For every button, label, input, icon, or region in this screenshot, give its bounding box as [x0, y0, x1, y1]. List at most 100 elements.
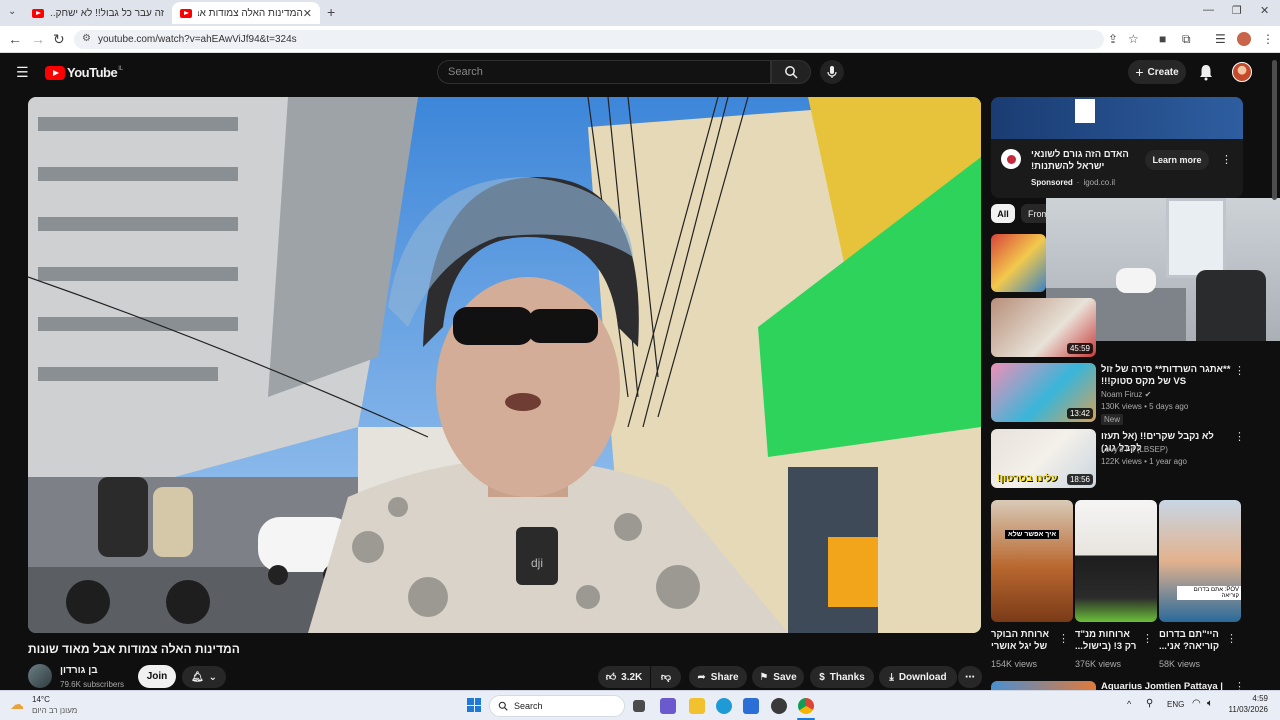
close-tab-icon[interactable]: ✕: [303, 7, 312, 20]
voice-search-button[interactable]: [820, 60, 844, 84]
more-actions-button[interactable]: ⋯: [958, 666, 982, 688]
app-icon[interactable]: [771, 698, 787, 714]
create-button[interactable]: + Create: [1128, 60, 1186, 84]
like-count: 3.2K: [621, 671, 643, 683]
clock-time[interactable]: 4:59: [1226, 694, 1268, 703]
clock-date[interactable]: 11/03/2026: [1218, 705, 1268, 714]
youtube-logo[interactable]: YouTube IL: [45, 65, 123, 80]
extensions-puzzle-icon[interactable]: ⧉: [1182, 32, 1191, 47]
thanks-button[interactable]: $ Thanks: [810, 666, 874, 688]
share-icon: ➦: [697, 671, 706, 683]
video-title[interactable]: Aquarius Jomtien Pattaya |: [1101, 682, 1223, 690]
url-field[interactable]: ⚙ youtube.com/watch?v=ahEAwViJf94&t=324s: [74, 30, 1104, 49]
video-thumbnail[interactable]: [991, 234, 1046, 292]
bell-icon: 🔔︎: [190, 671, 204, 683]
dislike-button[interactable]: 👎︎: [651, 666, 681, 688]
short-title[interactable]: היי"תם בדרום קוריאה? אני...: [1159, 629, 1221, 653]
forward-icon[interactable]: →: [31, 31, 45, 47]
notifications-bell-icon[interactable]: [1198, 64, 1214, 81]
short-title[interactable]: ארוחות מנ"ד רק 3! (בישול...: [1075, 629, 1137, 653]
tab-inactive[interactable]: זה עבר כל גבול!! לא ישחק...: [24, 2, 172, 24]
store-icon[interactable]: [743, 698, 759, 714]
video-thumbnail[interactable]: 13:42: [991, 363, 1096, 422]
channel-name[interactable]: Noam Firuz ✔: [1101, 390, 1151, 399]
download-button[interactable]: ⤓ Download: [879, 666, 957, 688]
thumbs-down-icon: 👎︎: [660, 672, 672, 683]
profile-avatar[interactable]: [1237, 32, 1251, 46]
video-title[interactable]: **אתגר השרדות** סירה של זול VS של מקס סט…: [1101, 364, 1231, 388]
short-title[interactable]: ארוחת הבוקר של יגל אושרי: [991, 629, 1053, 653]
ad-menu-icon[interactable]: ⋮: [1221, 153, 1232, 166]
search-placeholder: Search: [448, 66, 483, 78]
hamburger-menu-icon[interactable]: ☰: [16, 64, 29, 81]
back-icon[interactable]: ←: [8, 31, 22, 47]
short-thumbnail[interactable]: איך אפשר שלא: [991, 500, 1073, 622]
channel-avatar[interactable]: [28, 664, 52, 688]
teams-icon[interactable]: [660, 698, 676, 714]
tab-list-icon[interactable]: ⌄: [8, 6, 16, 17]
ad-card[interactable]: האדם הזה גורם לשונאי ישראל להשתנות! Spon…: [991, 97, 1243, 198]
site-info-icon[interactable]: ⚙: [82, 33, 91, 44]
tray-overflow-icon[interactable]: ^: [1127, 699, 1131, 709]
create-label: Create: [1147, 66, 1179, 78]
join-label: Join: [146, 671, 168, 682]
search-button[interactable]: [771, 60, 811, 84]
video-thumbnail[interactable]: עלינו בסרטון! 18:56: [991, 429, 1096, 488]
wifi-icon[interactable]: ◠: [1192, 698, 1201, 709]
task-view-icon[interactable]: [633, 700, 645, 712]
join-button[interactable]: Join: [138, 665, 176, 688]
video-menu-icon[interactable]: ⋮: [1234, 680, 1245, 690]
search-icon: [498, 701, 508, 711]
video-thumbnail[interactable]: [991, 681, 1096, 690]
weather-text: מעונן רב היום: [32, 706, 78, 715]
chrome-icon[interactable]: [798, 698, 814, 714]
short-menu-icon[interactable]: ⋮: [1058, 632, 1069, 645]
youtube-favicon-icon: [32, 8, 44, 18]
file-explorer-icon[interactable]: [689, 698, 705, 714]
channel-name[interactable]: Levy's Fit (LBSEP): [1101, 445, 1168, 454]
reading-list-icon[interactable]: ☰: [1215, 32, 1226, 46]
close-window-icon[interactable]: ✕: [1260, 4, 1269, 17]
start-button[interactable]: [467, 698, 481, 712]
save-label: Save: [773, 671, 797, 683]
short-thumbnail[interactable]: [1075, 500, 1157, 622]
learn-more-button[interactable]: Learn more: [1145, 150, 1209, 170]
reload-icon[interactable]: ↻: [53, 31, 65, 48]
subscription-bell-button[interactable]: 🔔︎ ⌄: [182, 666, 226, 688]
menu-dots-icon[interactable]: ⋮: [1262, 32, 1274, 46]
account-avatar[interactable]: [1232, 62, 1252, 82]
chip-all[interactable]: All: [991, 204, 1015, 223]
video-player[interactable]: dji: [28, 97, 981, 633]
download-icon: ⤓: [889, 671, 894, 683]
weather-temp[interactable]: 14°C: [32, 695, 50, 704]
bookmark-star-icon[interactable]: ☆: [1128, 32, 1139, 46]
chip-label: All: [997, 208, 1009, 219]
short-thumbnail[interactable]: POV: אתם בדרום קוריאה: [1159, 500, 1241, 622]
video-menu-icon[interactable]: ⋮: [1234, 430, 1245, 443]
volume-icon[interactable]: 🔈︎: [1207, 698, 1213, 709]
short-menu-icon[interactable]: ⋮: [1226, 632, 1237, 645]
edge-icon[interactable]: [716, 698, 732, 714]
verified-icon: ✔: [1144, 390, 1152, 399]
like-button[interactable]: 👍︎ 3.2K: [598, 666, 650, 688]
short-menu-icon[interactable]: ⋮: [1142, 632, 1153, 645]
taskbar-search[interactable]: Search: [489, 695, 625, 717]
download-label: Download: [898, 671, 947, 683]
ad-sponsor-line: Sponsored · igod.co.il: [1031, 178, 1116, 187]
language-indicator[interactable]: ENG: [1167, 700, 1184, 709]
extension-icon[interactable]: ■: [1159, 32, 1166, 46]
share-button[interactable]: ➦ Share: [689, 666, 747, 688]
address-bar-row: ← → ↻ ⚙ youtube.com/watch?v=ahEAwViJf94&…: [0, 26, 1280, 53]
save-button[interactable]: ⚑ Save: [752, 666, 804, 688]
page-scrollbar[interactable]: [1272, 60, 1277, 200]
video-thumbnail[interactable]: 45:59: [991, 298, 1096, 357]
channel-name[interactable]: בן גורדון: [60, 665, 98, 676]
tray-app-icon[interactable]: ⚲: [1146, 698, 1153, 709]
minimize-icon[interactable]: —: [1203, 4, 1214, 16]
search-input[interactable]: Search: [437, 60, 771, 84]
install-app-icon[interactable]: ⇪: [1108, 32, 1118, 46]
video-menu-icon[interactable]: ⋮: [1234, 364, 1245, 377]
new-tab-icon[interactable]: +: [327, 4, 335, 20]
tab-active[interactable]: המדינות האלה צמודות אבל... ✕: [172, 2, 320, 24]
maximize-icon[interactable]: ❐: [1232, 4, 1242, 17]
